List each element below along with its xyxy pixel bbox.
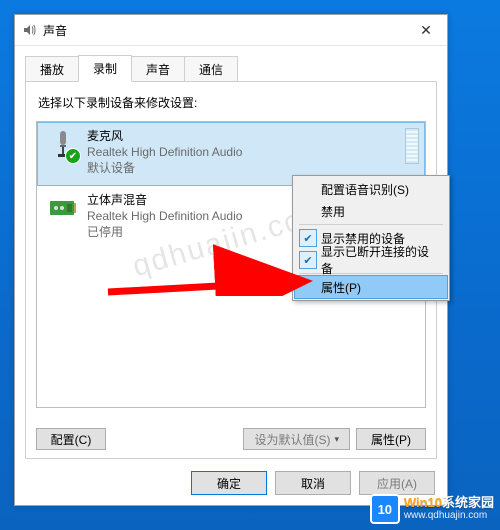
tab-strip: 播放 录制 声音 通信 [15, 46, 447, 81]
tab-sounds[interactable]: 声音 [131, 56, 185, 82]
menu-properties[interactable]: 属性(P) [294, 275, 448, 299]
brand-url: www.qdhuajin.com [404, 509, 494, 522]
titlebar: 声音 ✕ [15, 15, 447, 46]
check-icon: ✔ [299, 229, 317, 247]
ok-button[interactable]: 确定 [191, 471, 267, 495]
tab-bottom-buttons: 配置(C) 设为默认值(S) 属性(P) [36, 428, 426, 450]
tab-recording[interactable]: 录制 [78, 55, 132, 82]
dialog-buttons: 确定 取消 应用(A) [191, 471, 435, 495]
menu-show-disconnected[interactable]: ✔ 显示已断开连接的设备 [295, 249, 447, 271]
device-status: 默认设备 [87, 160, 401, 176]
menu-configure-speech[interactable]: 配置语音识别(S) [295, 178, 447, 200]
level-meter [405, 128, 419, 164]
tab-communications[interactable]: 通信 [184, 56, 238, 82]
apply-button[interactable]: 应用(A) [359, 471, 435, 495]
properties-button[interactable]: 属性(P) [356, 428, 426, 450]
soundcard-icon [47, 192, 79, 224]
device-name: 麦克风 [87, 128, 401, 144]
menu-item-label: 显示已断开连接的设备 [321, 243, 439, 277]
cancel-button[interactable]: 取消 [275, 471, 351, 495]
device-desc: Realtek High Definition Audio [87, 144, 401, 160]
set-default-button[interactable]: 设为默认值(S) [243, 428, 350, 450]
menu-disable[interactable]: 禁用 [295, 200, 447, 222]
context-menu: 配置语音识别(S) 禁用 ✔ 显示禁用的设备 ✔ 显示已断开连接的设备 属性(P… [292, 175, 450, 301]
close-icon: ✕ [420, 22, 432, 39]
check-icon: ✔ [299, 251, 317, 269]
window-title: 声音 [43, 22, 67, 39]
tab-playback[interactable]: 播放 [25, 56, 79, 82]
default-badge-icon: ✔ [65, 148, 81, 164]
close-button[interactable]: ✕ [413, 19, 439, 41]
menu-separator [299, 224, 443, 225]
configure-button[interactable]: 配置(C) [36, 428, 106, 450]
instruction-text: 选择以下录制设备来修改设置: [38, 94, 426, 111]
sound-icon [21, 22, 37, 38]
